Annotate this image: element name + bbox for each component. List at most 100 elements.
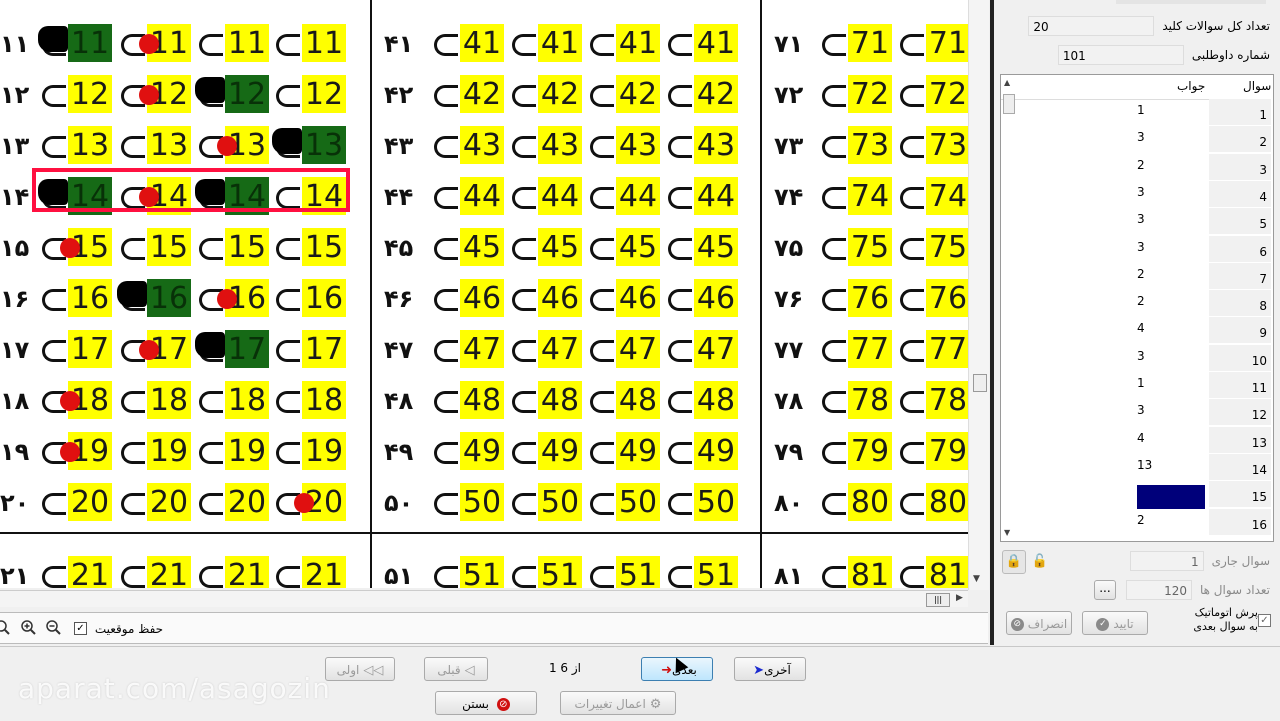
answer-cell[interactable]: 46 <box>460 279 504 317</box>
answer-key-grid[interactable]: جواب سوال 1 1 3 2 2 3 3 4 3 5 3 6 2 7 2 8 4 9 3 10 1 11 3 12 4 13… <box>1000 74 1274 542</box>
answer-cell[interactable]: 3 <box>1137 236 1205 262</box>
answer-cell[interactable]: 15 <box>302 228 346 266</box>
answer-cell[interactable]: 41 <box>460 24 504 62</box>
answer-cell[interactable]: 19 <box>147 432 191 470</box>
candidate-number-field[interactable]: 101 <box>1057 45 1184 65</box>
answer-cell[interactable]: 42 <box>460 75 504 113</box>
answer-cell[interactable]: 4 <box>1137 427 1205 453</box>
answer-cell[interactable]: 71 <box>848 24 892 62</box>
answer-cell[interactable]: 12 <box>302 75 346 113</box>
answer-cell[interactable]: 49 <box>460 432 504 470</box>
scroll-up-icon[interactable]: ▲ <box>1004 78 1010 87</box>
answer-cell[interactable]: 74 <box>926 177 968 215</box>
answer-cell[interactable]: 43 <box>616 126 660 164</box>
question-number-cell[interactable]: 12 <box>1209 399 1271 427</box>
answer-cell[interactable]: 17 <box>68 330 112 368</box>
scroll-right-icon[interactable]: ▶ <box>956 593 963 603</box>
answer-cell[interactable]: 20 <box>68 483 112 521</box>
panel-splitter[interactable] <box>990 0 994 645</box>
answer-cell[interactable]: 77 <box>926 330 968 368</box>
question-number-cell[interactable]: 11 <box>1209 372 1271 399</box>
answer-cell[interactable]: 41 <box>538 24 582 62</box>
question-number-cell[interactable]: 15 <box>1209 481 1271 509</box>
answer-cell[interactable]: 41 <box>616 24 660 62</box>
question-count-field[interactable]: 120 <box>1125 580 1192 600</box>
answer-cell[interactable]: 44 <box>694 177 738 215</box>
answer-cell[interactable]: 47 <box>460 330 504 368</box>
answer-cell[interactable]: 3 <box>1137 208 1205 234</box>
answer-cell[interactable]: 47 <box>616 330 660 368</box>
answer-cell[interactable]: 19 <box>302 432 346 470</box>
scroll-down-icon[interactable]: ▼ <box>1004 528 1010 537</box>
answer-cell[interactable]: 12 <box>68 75 112 113</box>
answer-cell[interactable]: 44 <box>538 177 582 215</box>
grid-vertical-scrollbar[interactable]: ▲ ▼ <box>1000 78 1016 538</box>
answer-cell[interactable]: 41 <box>694 24 738 62</box>
answer-cell[interactable]: 3 <box>1137 181 1205 207</box>
answer-cell[interactable]: 51 <box>460 556 504 588</box>
previous-page-button[interactable]: قبلی ◁ <box>424 657 488 681</box>
answer-cell[interactable]: 48 <box>460 381 504 419</box>
answer-cell[interactable]: 71 <box>926 24 968 62</box>
answer-cell[interactable]: 13 <box>147 126 191 164</box>
answer-cell[interactable]: 79 <box>926 432 968 470</box>
answer-cell[interactable]: 47 <box>538 330 582 368</box>
table-row[interactable]: 15 <box>1001 481 1271 510</box>
answer-cell[interactable]: 78 <box>926 381 968 419</box>
answer-cell[interactable]: 80 <box>848 483 892 521</box>
answer-cell[interactable]: 48 <box>694 381 738 419</box>
answer-cell[interactable]: 79 <box>848 432 892 470</box>
total-key-questions-field[interactable]: 20 <box>1028 16 1155 36</box>
filled-answer-cell[interactable]: 11 <box>68 24 112 62</box>
auto-jump-checkbox[interactable]: ✓ <box>1258 614 1271 627</box>
answer-cell[interactable]: 20 <box>225 483 269 521</box>
table-row[interactable]: 34 <box>1001 180 1271 208</box>
answer-cell[interactable]: 46 <box>538 279 582 317</box>
current-question-field[interactable]: 1 <box>1129 551 1204 571</box>
answer-cell[interactable]: 17 <box>302 330 346 368</box>
answer-cell[interactable]: 42 <box>538 75 582 113</box>
zoom-in-icon[interactable] <box>20 619 36 635</box>
answer-cell[interactable]: 49 <box>616 432 660 470</box>
answer-cell[interactable]: 16 <box>68 279 112 317</box>
question-number-cell[interactable]: 3 <box>1209 153 1271 181</box>
cancel-button[interactable]: ⊘ انصراف <box>1006 611 1072 635</box>
answer-cell[interactable]: 47 <box>694 330 738 368</box>
scrollbar-thumb[interactable] <box>1003 94 1015 114</box>
answer-cell[interactable]: 43 <box>460 126 504 164</box>
table-row[interactable]: 11 <box>1001 99 1271 126</box>
zoom-fit-icon[interactable] <box>0 619 10 635</box>
answer-cell[interactable]: 45 <box>694 228 738 266</box>
table-row[interactable]: 32 <box>1001 126 1271 154</box>
question-number-cell[interactable]: 14 <box>1209 453 1271 481</box>
question-number-cell[interactable]: 9 <box>1209 317 1271 345</box>
table-row[interactable]: 28 <box>1001 290 1271 318</box>
answer-cell[interactable]: 11 <box>302 24 346 62</box>
browse-button[interactable]: ... <box>1093 580 1116 600</box>
zoom-out-icon[interactable] <box>45 619 61 635</box>
answer-cell[interactable]: 21 <box>302 556 346 588</box>
question-number-cell[interactable]: 4 <box>1209 180 1271 208</box>
answer-cell[interactable]: 48 <box>538 381 582 419</box>
answer-cell[interactable]: 74 <box>848 177 892 215</box>
answer-cell[interactable]: 46 <box>694 279 738 317</box>
answer-cell[interactable]: 76 <box>926 279 968 317</box>
answer-cell[interactable]: 13 <box>68 126 112 164</box>
answer-sheet-view[interactable]: ١١ 11 11 11 11 ١٢ 12 12 12 12 ١٣ 13 13 13 13 ١۴ 14 14 14 14… <box>0 0 968 588</box>
answer-cell[interactable]: 81 <box>926 556 968 588</box>
answer-cell[interactable]: 49 <box>694 432 738 470</box>
question-number-cell[interactable]: 2 <box>1209 126 1271 154</box>
answer-cell[interactable]: 3 <box>1137 126 1205 152</box>
keep-position-checkbox[interactable]: ✓ حفظ موقعیت <box>74 621 163 636</box>
answer-cell[interactable]: 75 <box>848 228 892 266</box>
question-number-cell[interactable]: 16 <box>1209 508 1271 536</box>
table-row[interactable]: 27 <box>1001 262 1271 290</box>
answer-cell[interactable]: 2 <box>1137 509 1205 535</box>
answer-cell[interactable]: 45 <box>538 228 582 266</box>
close-button[interactable]: بستن ⊘ <box>435 691 537 715</box>
scrollbar-thumb[interactable]: ||| <box>926 593 950 607</box>
filled-answer-cell[interactable]: 13 <box>302 126 346 164</box>
answer-cell[interactable]: 21 <box>147 556 191 588</box>
confirm-button[interactable]: ✓ تایید <box>1082 611 1148 635</box>
answer-cell[interactable]: 16 <box>302 279 346 317</box>
